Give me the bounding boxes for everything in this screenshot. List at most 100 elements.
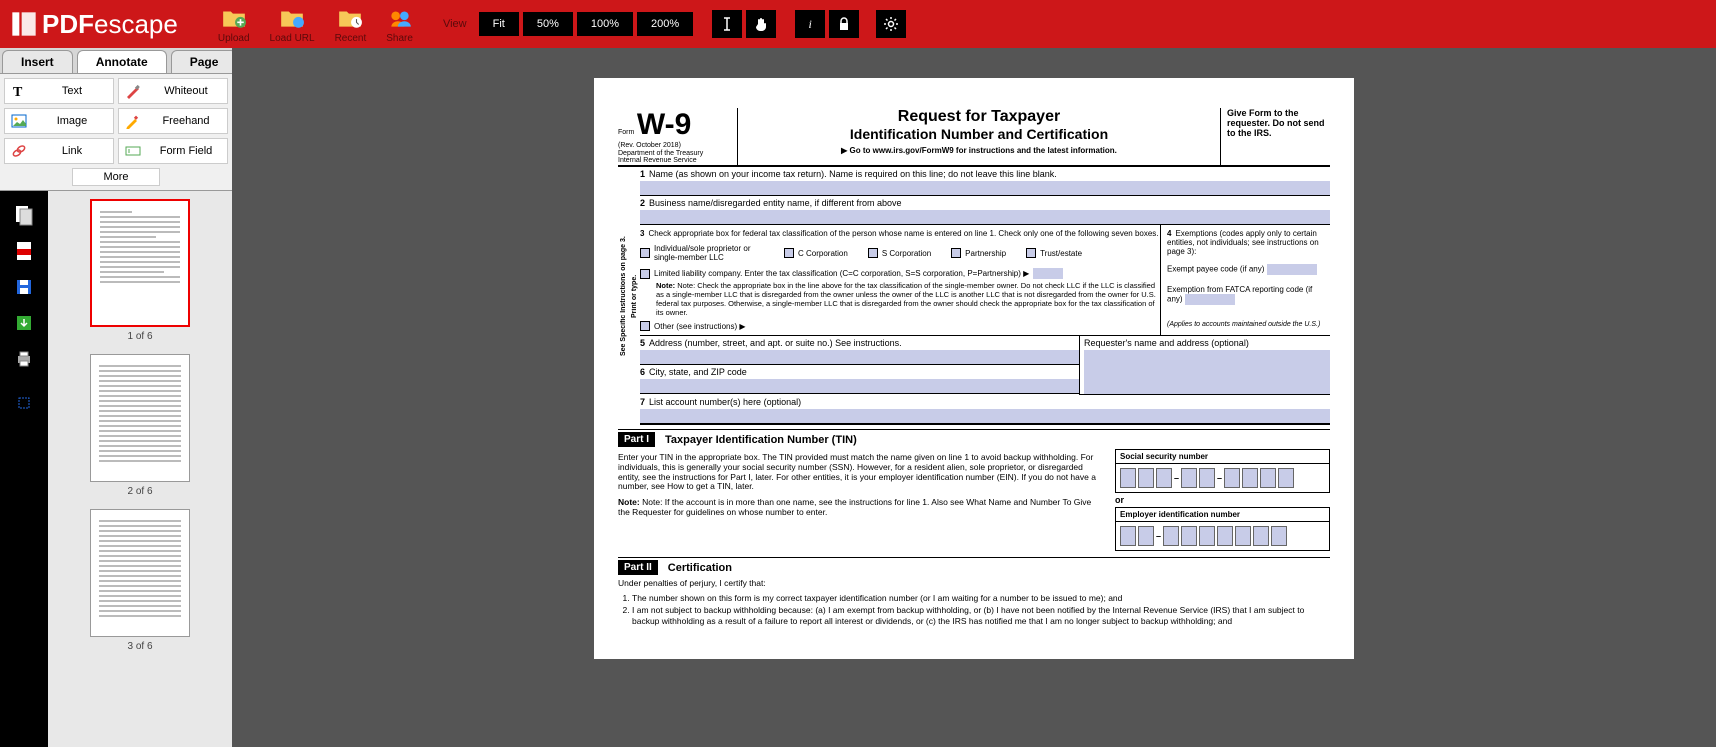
ssn-digit[interactable] [1199, 468, 1215, 488]
zoom-50-button[interactable]: 50% [523, 12, 573, 36]
requester-input[interactable] [1084, 350, 1330, 394]
field-6-city[interactable] [640, 379, 1079, 393]
tab-page[interactable]: Page [171, 50, 238, 73]
app-logo[interactable]: PDFescape [10, 9, 178, 40]
logo-thin: escape [94, 9, 178, 40]
share-button[interactable]: Share [386, 5, 413, 44]
tool-more-button[interactable]: More [72, 168, 159, 186]
pdf-logo-icon [10, 10, 38, 38]
main-area: Insert Annotate Page TText Whiteout Imag… [0, 48, 1716, 747]
zoom-200-button[interactable]: 200% [637, 12, 693, 36]
exempt-payee-input[interactable] [1267, 264, 1317, 275]
print-icon [15, 350, 33, 368]
tool-text[interactable]: TText [4, 78, 114, 104]
ssn-digit[interactable] [1181, 468, 1197, 488]
tab-insert[interactable]: Insert [2, 50, 73, 73]
cb-scorp[interactable] [868, 248, 878, 258]
ein-digit[interactable] [1271, 526, 1287, 546]
ssn-digit[interactable] [1224, 468, 1240, 488]
ssn-digit[interactable] [1156, 468, 1172, 488]
image-tool-icon [11, 113, 27, 129]
document-viewer[interactable]: Form W-9 (Rev. October 2018) Department … [232, 48, 1716, 747]
field-2-business[interactable] [640, 210, 1330, 224]
tool-link[interactable]: Link [4, 138, 114, 164]
recent-button[interactable]: Recent [335, 5, 367, 44]
thumbnail-panel[interactable]: 1 of 6 2 of 6 3 of 6 [48, 191, 232, 747]
settings-button[interactable] [876, 10, 906, 38]
form-code: W-9 [637, 108, 691, 141]
hand-cursor-button[interactable] [746, 10, 776, 38]
text-cursor-button[interactable] [712, 10, 742, 38]
info-icon: i [808, 17, 811, 32]
folder-url-icon [279, 5, 305, 31]
upload-button[interactable]: Upload [218, 5, 250, 44]
form-title-2: Identification Number and Certification [744, 126, 1214, 142]
thumbnail-1[interactable]: 1 of 6 [56, 199, 224, 342]
pdf-page: Form W-9 (Rev. October 2018) Department … [594, 78, 1354, 659]
info-lock-group: i [793, 10, 861, 38]
ein-digit[interactable] [1217, 526, 1233, 546]
ssn-digit[interactable] [1242, 468, 1258, 488]
svg-text:T: T [13, 85, 23, 99]
tool-freehand[interactable]: Freehand [118, 108, 228, 134]
link-icon [11, 143, 27, 159]
ein-digit[interactable] [1181, 526, 1197, 546]
text-cursor-icon [721, 17, 733, 31]
cb-trust[interactable] [1026, 248, 1036, 258]
thumbnail-2[interactable]: 2 of 6 [56, 354, 224, 497]
sidebar-print-button[interactable] [6, 343, 42, 375]
field-1-name[interactable] [640, 181, 1330, 195]
fatca-input[interactable] [1185, 294, 1235, 305]
tool-panel: TText Whiteout Image Freehand Link Form … [0, 74, 232, 191]
ein-digit[interactable] [1163, 526, 1179, 546]
ssn-box: Social security number – – [1115, 449, 1330, 493]
download-icon [15, 314, 33, 332]
logo-bold: PDF [42, 9, 94, 40]
zoom-100-button[interactable]: 100% [577, 12, 633, 36]
sidebar-download-button[interactable] [6, 307, 42, 339]
left-column: Insert Annotate Page TText Whiteout Imag… [0, 48, 232, 747]
cb-ccorp[interactable] [784, 248, 794, 258]
hand-icon [754, 17, 768, 31]
select-icon [17, 396, 31, 410]
cb-llc[interactable] [640, 269, 650, 279]
sidebar-pages-button[interactable] [6, 199, 42, 231]
load-url-button[interactable]: Load URL [270, 5, 315, 44]
llc-class-input[interactable] [1033, 268, 1063, 279]
cb-partnership[interactable] [951, 248, 961, 258]
lock-button[interactable] [829, 10, 859, 38]
cb-other[interactable] [640, 321, 650, 331]
pdf-file-icon [15, 241, 33, 261]
zoom-fit-button[interactable]: Fit [479, 12, 519, 36]
pencil-icon [125, 113, 141, 129]
thumbnail-3[interactable]: 3 of 6 [56, 509, 224, 652]
ssn-digit[interactable] [1278, 468, 1294, 488]
ssn-digit[interactable] [1120, 468, 1136, 488]
view-label: View [443, 18, 467, 30]
field-7-accounts[interactable] [640, 409, 1330, 423]
folder-upload-icon [221, 5, 247, 31]
tab-annotate[interactable]: Annotate [77, 50, 167, 73]
sidebar-pdf-button[interactable] [6, 235, 42, 267]
sidebar-iconbar [0, 191, 48, 747]
ssn-digit[interactable] [1138, 468, 1154, 488]
sidebar-select-button[interactable] [6, 387, 42, 419]
ein-digit[interactable] [1120, 526, 1136, 546]
ein-digit[interactable] [1253, 526, 1269, 546]
sidebar-save-button[interactable] [6, 271, 42, 303]
ssn-digit[interactable] [1260, 468, 1276, 488]
field-5-address[interactable] [640, 350, 1079, 364]
ein-digit[interactable] [1199, 526, 1215, 546]
cb-individual[interactable] [640, 248, 650, 258]
tool-image[interactable]: Image [4, 108, 114, 134]
save-icon [15, 278, 33, 296]
ein-digit[interactable] [1138, 526, 1154, 546]
tool-formfield[interactable]: Form Field [118, 138, 228, 164]
ein-digit[interactable] [1235, 526, 1251, 546]
cursor-tool-group [710, 10, 778, 38]
folder-recent-icon [337, 5, 363, 31]
info-button[interactable]: i [795, 10, 825, 38]
tool-whiteout[interactable]: Whiteout [118, 78, 228, 104]
form-title-1: Request for Taxpayer [744, 108, 1214, 126]
whiteout-icon [125, 83, 141, 99]
